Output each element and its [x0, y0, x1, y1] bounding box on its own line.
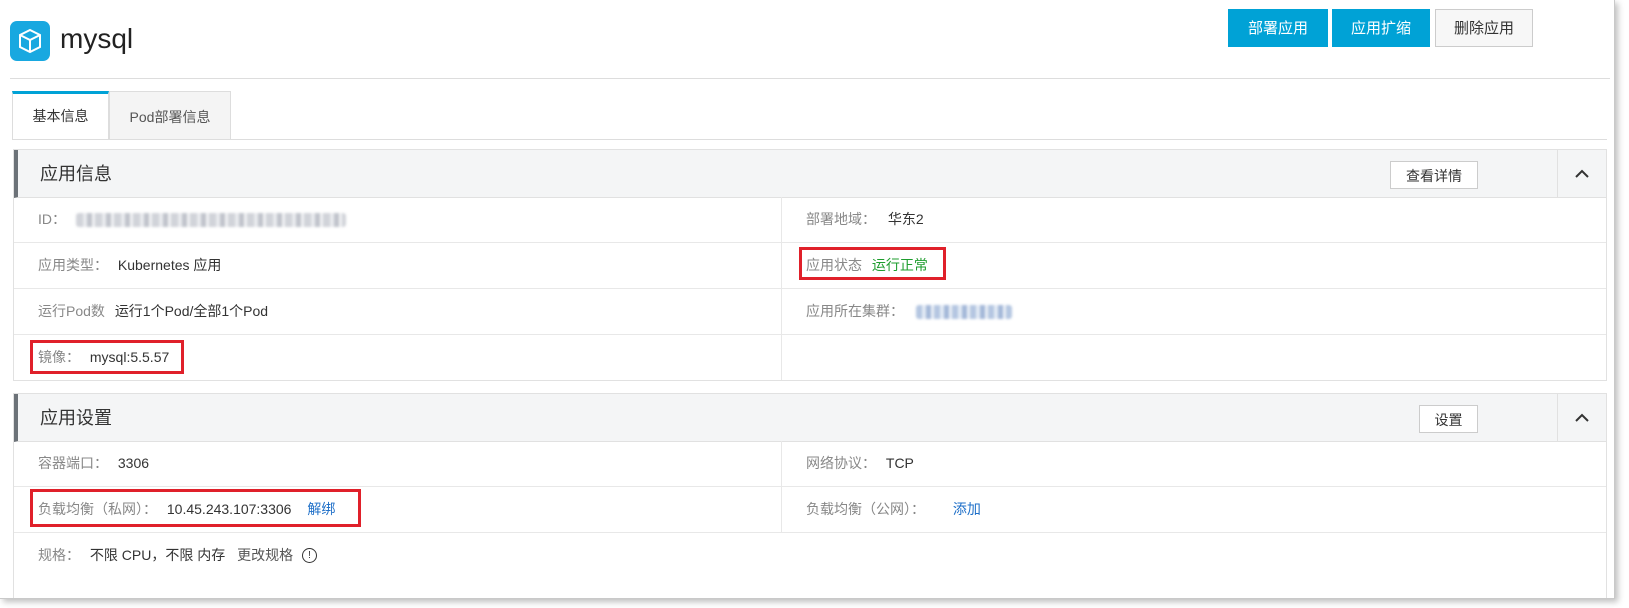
empty-cell — [781, 335, 1596, 380]
settings-row: 容器端口： 3306 网络协议： TCP — [14, 441, 1606, 487]
app-info-section: 应用信息 查看详情 ID： 部署地域： 华东2 应用类型： Kubernetes… — [13, 149, 1607, 381]
image-label: 镜像： — [38, 349, 80, 365]
app-info-header: 应用信息 查看详情 — [14, 150, 1606, 198]
status-value: 运行正常 — [871, 257, 928, 273]
app-settings-section: 应用设置 设置 容器端口： 3306 网络协议： TCP 负载均衡（私网）： 1… — [13, 393, 1607, 598]
protocol-cell: 网络协议： TCP — [781, 441, 1596, 486]
info-icon[interactable]: ! — [302, 547, 318, 563]
spec-cell: 规格： 不限 CPU，不限 内存 更改规格 ! — [38, 533, 318, 578]
cube-icon — [10, 21, 50, 61]
port-label: 容器端口： — [38, 455, 108, 471]
settings-row: 规格： 不限 CPU，不限 内存 更改规格 ! — [14, 533, 1606, 579]
type-value: Kubernetes 应用 — [117, 257, 222, 273]
change-spec-link[interactable]: 更改规格 — [237, 547, 293, 563]
type-label: 应用类型： — [38, 257, 108, 273]
pods-label: 运行Pod数 — [38, 303, 105, 319]
settings-row: 负载均衡（私网）： 10.45.243.107:3306 解绑 负载均衡（公网）… — [14, 487, 1606, 533]
app-detail-page: mysql 部署应用 应用扩缩 删除应用 基本信息 Pod部署信息 应用信息 查… — [0, 0, 1615, 599]
cluster-cell: 应用所在集群： — [781, 289, 1596, 334]
pods-cell: 运行Pod数 运行1个Pod/全部1个Pod — [38, 289, 268, 334]
slb-public-label: 负载均衡（公网）： — [806, 501, 925, 517]
id-value-redacted — [75, 213, 346, 228]
region-value: 华东2 — [887, 211, 924, 227]
info-row: 运行Pod数 运行1个Pod/全部1个Pod 应用所在集群： — [14, 289, 1606, 335]
cluster-label: 应用所在集群： — [806, 303, 904, 319]
type-cell: 应用类型： Kubernetes 应用 — [38, 243, 221, 288]
status-label: 应用状态 — [806, 257, 862, 273]
spec-label: 规格： — [38, 547, 80, 563]
app-settings-header: 应用设置 设置 — [14, 394, 1606, 442]
slb-private-value: 10.45.243.107:3306 — [166, 501, 292, 517]
pods-value: 运行1个Pod/全部1个Pod — [114, 303, 269, 319]
id-cell: ID： — [38, 197, 346, 242]
image-cell: 镜像： mysql:5.5.57 — [38, 335, 169, 380]
settings-button[interactable]: 设置 — [1419, 405, 1478, 433]
status-cell: 应用状态 运行正常 — [781, 243, 1596, 288]
tab-divider — [12, 139, 1607, 140]
chevron-up-icon — [1575, 169, 1589, 178]
port-value: 3306 — [117, 455, 150, 471]
region-label: 部署地域： — [806, 211, 876, 227]
image-value: mysql:5.5.57 — [89, 349, 170, 365]
view-details-button[interactable]: 查看详情 — [1390, 161, 1478, 189]
app-info-title: 应用信息 — [40, 164, 112, 184]
protocol-value: TCP — [885, 455, 914, 471]
deploy-app-button[interactable]: 部署应用 — [1228, 9, 1328, 47]
cluster-value-redacted[interactable] — [915, 305, 1012, 320]
chevron-up-icon — [1575, 413, 1589, 422]
tab-basic-info[interactable]: 基本信息 — [12, 91, 109, 139]
app-header: mysql 部署应用 应用扩缩 删除应用 — [10, 0, 1610, 79]
slb-private-cell: 负载均衡（私网）： 10.45.243.107:3306 解绑 — [38, 487, 335, 532]
region-cell: 部署地域： 华东2 — [781, 197, 1596, 242]
unbind-slb-link[interactable]: 解绑 — [307, 501, 335, 517]
info-row: ID： 部署地域： 华东2 — [14, 197, 1606, 243]
info-row: 应用类型： Kubernetes 应用 应用状态 运行正常 — [14, 243, 1606, 289]
id-label: ID： — [38, 211, 66, 227]
add-slb-link[interactable]: 添加 — [953, 501, 981, 517]
protocol-label: 网络协议： — [806, 455, 876, 471]
collapse-app-info-button[interactable] — [1557, 150, 1606, 197]
tab-pod-deploy-info[interactable]: Pod部署信息 — [109, 91, 231, 139]
info-row: 镜像： mysql:5.5.57 — [14, 335, 1606, 381]
collapse-app-settings-button[interactable] — [1557, 394, 1606, 441]
scale-app-button[interactable]: 应用扩缩 — [1332, 9, 1430, 47]
slb-public-cell: 负载均衡（公网）： 添加 — [781, 487, 1596, 532]
app-settings-title: 应用设置 — [40, 408, 112, 428]
port-cell: 容器端口： 3306 — [38, 441, 149, 486]
delete-app-button[interactable]: 删除应用 — [1435, 9, 1533, 47]
slb-private-label: 负载均衡（私网）： — [38, 501, 157, 517]
app-title: mysql — [60, 23, 134, 54]
spec-value: 不限 CPU，不限 内存 — [89, 547, 226, 563]
